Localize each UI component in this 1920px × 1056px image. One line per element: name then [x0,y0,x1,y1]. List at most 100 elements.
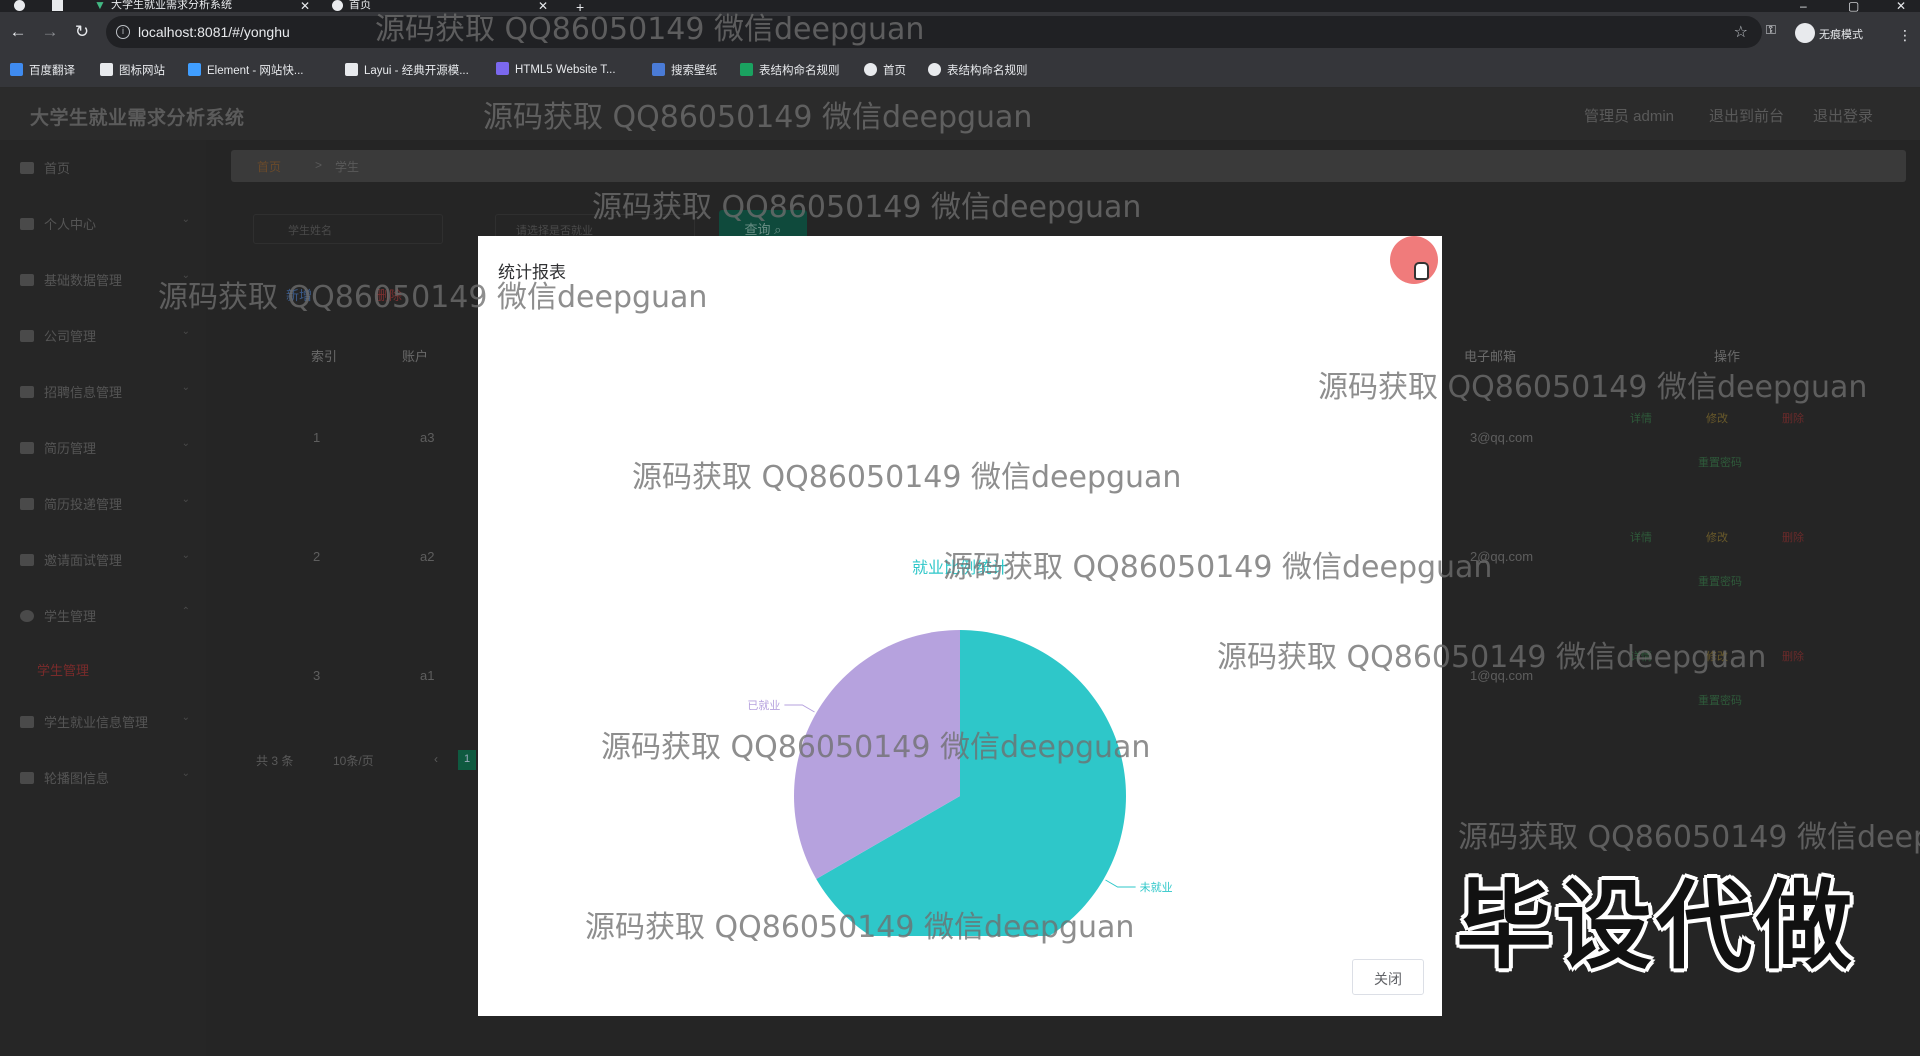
reload-icon[interactable]: ↻ [72,22,92,42]
bookmark-label: Layui - 经典开源模... [364,65,469,77]
element-icon [188,63,201,76]
sidebar-item-home[interactable]: 首页 [20,158,190,178]
sidebar-item-recruit[interactable]: 招聘信息管理 ⌄ [20,382,190,402]
sidebar-item-label: 简历管理 [44,441,97,456]
incognito-label: 无痕模式 [1819,29,1863,41]
tab-active[interactable]: ▼ 大学生就业需求分析系统 [94,0,232,12]
pie-label-line [1105,879,1136,888]
pie-chart: 未就业已就业就业比例统计 [747,559,1173,936]
sidebar-item-label: 轮播图信息 [44,771,110,786]
bookmark-label: HTML5 Website T... [515,64,616,76]
bookmark-label: 首页 [883,65,906,77]
sidebar-item-label: 个人中心 [44,217,97,232]
column-header-account[interactable]: 账户 [402,346,428,365]
table-cell-account: a3 [420,430,435,445]
watermark-text: 源码获取 QQ86050149 微信deepguan [483,100,1033,135]
list-icon [20,498,34,510]
sidebar-item-interview[interactable]: 邀请面试管理 ⌄ [20,550,190,570]
front-link[interactable]: 退出到前台 [1709,105,1784,126]
sidebar-item-label: 公司管理 [44,329,97,344]
bookmark-star-icon[interactable]: ☆ [1734,22,1748,42]
pie-label: 已就业 [747,698,780,712]
bookmark-item[interactable]: HTML5 Website T... [496,62,616,76]
flag-icon [100,63,113,76]
watermark-text: 源码获取 QQ86050149 微信deepguan [632,460,1182,495]
sidebar-item-label: 学生就业信息管理 [44,715,149,730]
forward-icon[interactable]: → [40,22,60,42]
detail-button[interactable]: 详情 [1630,410,1652,426]
sidebar-item-student[interactable]: 学生管理 ⌃ [20,606,190,626]
chevron-down-icon: ⌄ [181,326,190,337]
dialog-close-button[interactable]: 关闭 [1352,959,1424,995]
pie-label-line [784,704,815,713]
table-cell-index: 3 [313,668,321,683]
watermark-text: 源码获取 QQ86050149 微信deepguan [943,550,1493,585]
url-field[interactable]: i localhost:8081/#/yonghu ☆ [106,16,1762,48]
student-icon [20,610,34,622]
bookmark-item[interactable]: 表结构命名规则 [928,62,1028,78]
row-delete-button[interactable]: 删除 [1782,529,1804,545]
bookmark-item[interactable]: 首页 [864,62,906,78]
bookmark-item[interactable]: 百度翻译 [10,62,75,78]
sheet-icon [740,63,753,76]
sidebar-subitem-student[interactable]: 学生管理 [37,660,89,679]
watermark-text: 源码获取 QQ86050149 微信deepguan [375,12,925,47]
row-delete-button[interactable]: 删除 [1782,410,1804,426]
reset-password-button[interactable]: 重置密码 [1698,692,1742,708]
globe-icon [864,63,877,76]
reset-password-button[interactable]: 重置密码 [1698,573,1742,589]
chevron-down-icon: ⌄ [181,494,190,505]
table-cell-index: 2 [313,549,321,564]
menu-dots-icon[interactable]: ⋮ [1898,27,1912,44]
watermark-text: 源码获取 QQ86050149 微信deepguan [158,280,708,315]
sidebar-item-carousel[interactable]: 轮播图信息 ⌄ [20,768,190,788]
image-icon [20,772,34,784]
key-icon[interactable]: ⚿ [1766,22,1776,38]
sidebar-item-delivery[interactable]: 简历投递管理 ⌄ [20,494,190,514]
tab-second[interactable]: 首页 [332,0,371,12]
info-icon[interactable]: i [116,25,130,39]
bookmark-item[interactable]: Element - 网站快... [188,62,304,78]
home-icon [20,162,34,174]
incognito-icon [1795,23,1815,44]
bookmark-label: 表结构命名规则 [947,65,1028,77]
bookmark-label: 表结构命名规则 [759,65,840,77]
company-icon [20,330,34,342]
edit-button[interactable]: 修改 [1706,410,1728,426]
back-icon[interactable]: ← [8,22,28,42]
bookmark-label: 百度翻译 [29,65,75,77]
edit-button[interactable]: 修改 [1706,529,1728,545]
bookmark-item[interactable]: Layui - 经典开源模... [345,62,469,78]
sidebar-item-profile[interactable]: 个人中心 ⌄ [20,214,190,234]
sidebar-item-resume[interactable]: 简历管理 ⌄ [20,438,190,458]
watermark-text: 源码获取 QQ86050149 微信deepguan [592,190,1142,225]
recruit-icon [20,386,34,398]
pager-prev-icon[interactable]: ‹ [434,752,438,766]
browser-tab-strip: ▼ 大学生就业需求分析系统 ✕ 首页 ✕ + – ▢ ✕ [0,0,1920,15]
tab-title: 首页 [349,0,371,11]
bookmark-item[interactable]: 图标网站 [100,62,165,78]
row-delete-button[interactable]: 删除 [1782,648,1804,664]
bookmark-item[interactable]: 表结构命名规则 [740,62,840,78]
breadcrumb: 首页 > 学生 [231,150,1906,182]
reset-password-button[interactable]: 重置密码 [1698,454,1742,470]
sidebar-item-label: 学生管理 [44,609,97,624]
breadcrumb-separator: > [315,158,323,172]
sidebar-item-label: 基础数据管理 [44,273,123,288]
student-name-input[interactable]: 学生姓名 [253,214,443,244]
dialog-close-icon[interactable] [1390,236,1438,284]
breadcrumb-home[interactable]: 首页 [257,158,281,175]
pager-size-select[interactable]: 10条/页 [333,752,374,769]
user-icon [20,554,34,566]
stats-report-dialog: 统计报表 未就业 已就业 就业比例统计 关闭 [478,236,1442,1016]
logout-link[interactable]: 退出登录 [1813,105,1873,126]
watermark-text: 源码获取 QQ86050149 微信deepguan [585,910,1135,945]
incognito-profile[interactable]: 无痕模式 [1795,23,1863,44]
detail-button[interactable]: 详情 [1630,529,1652,545]
sidebar-item-employment[interactable]: 学生就业信息管理 ⌄ [20,712,190,732]
resume-icon [20,442,34,454]
pager-page-1[interactable]: 1 [458,750,476,770]
bookmark-item[interactable]: 搜索壁纸 [652,62,717,78]
bookmark-label: 搜索壁纸 [671,65,717,77]
sidebar-item-company[interactable]: 公司管理 ⌄ [20,326,190,346]
